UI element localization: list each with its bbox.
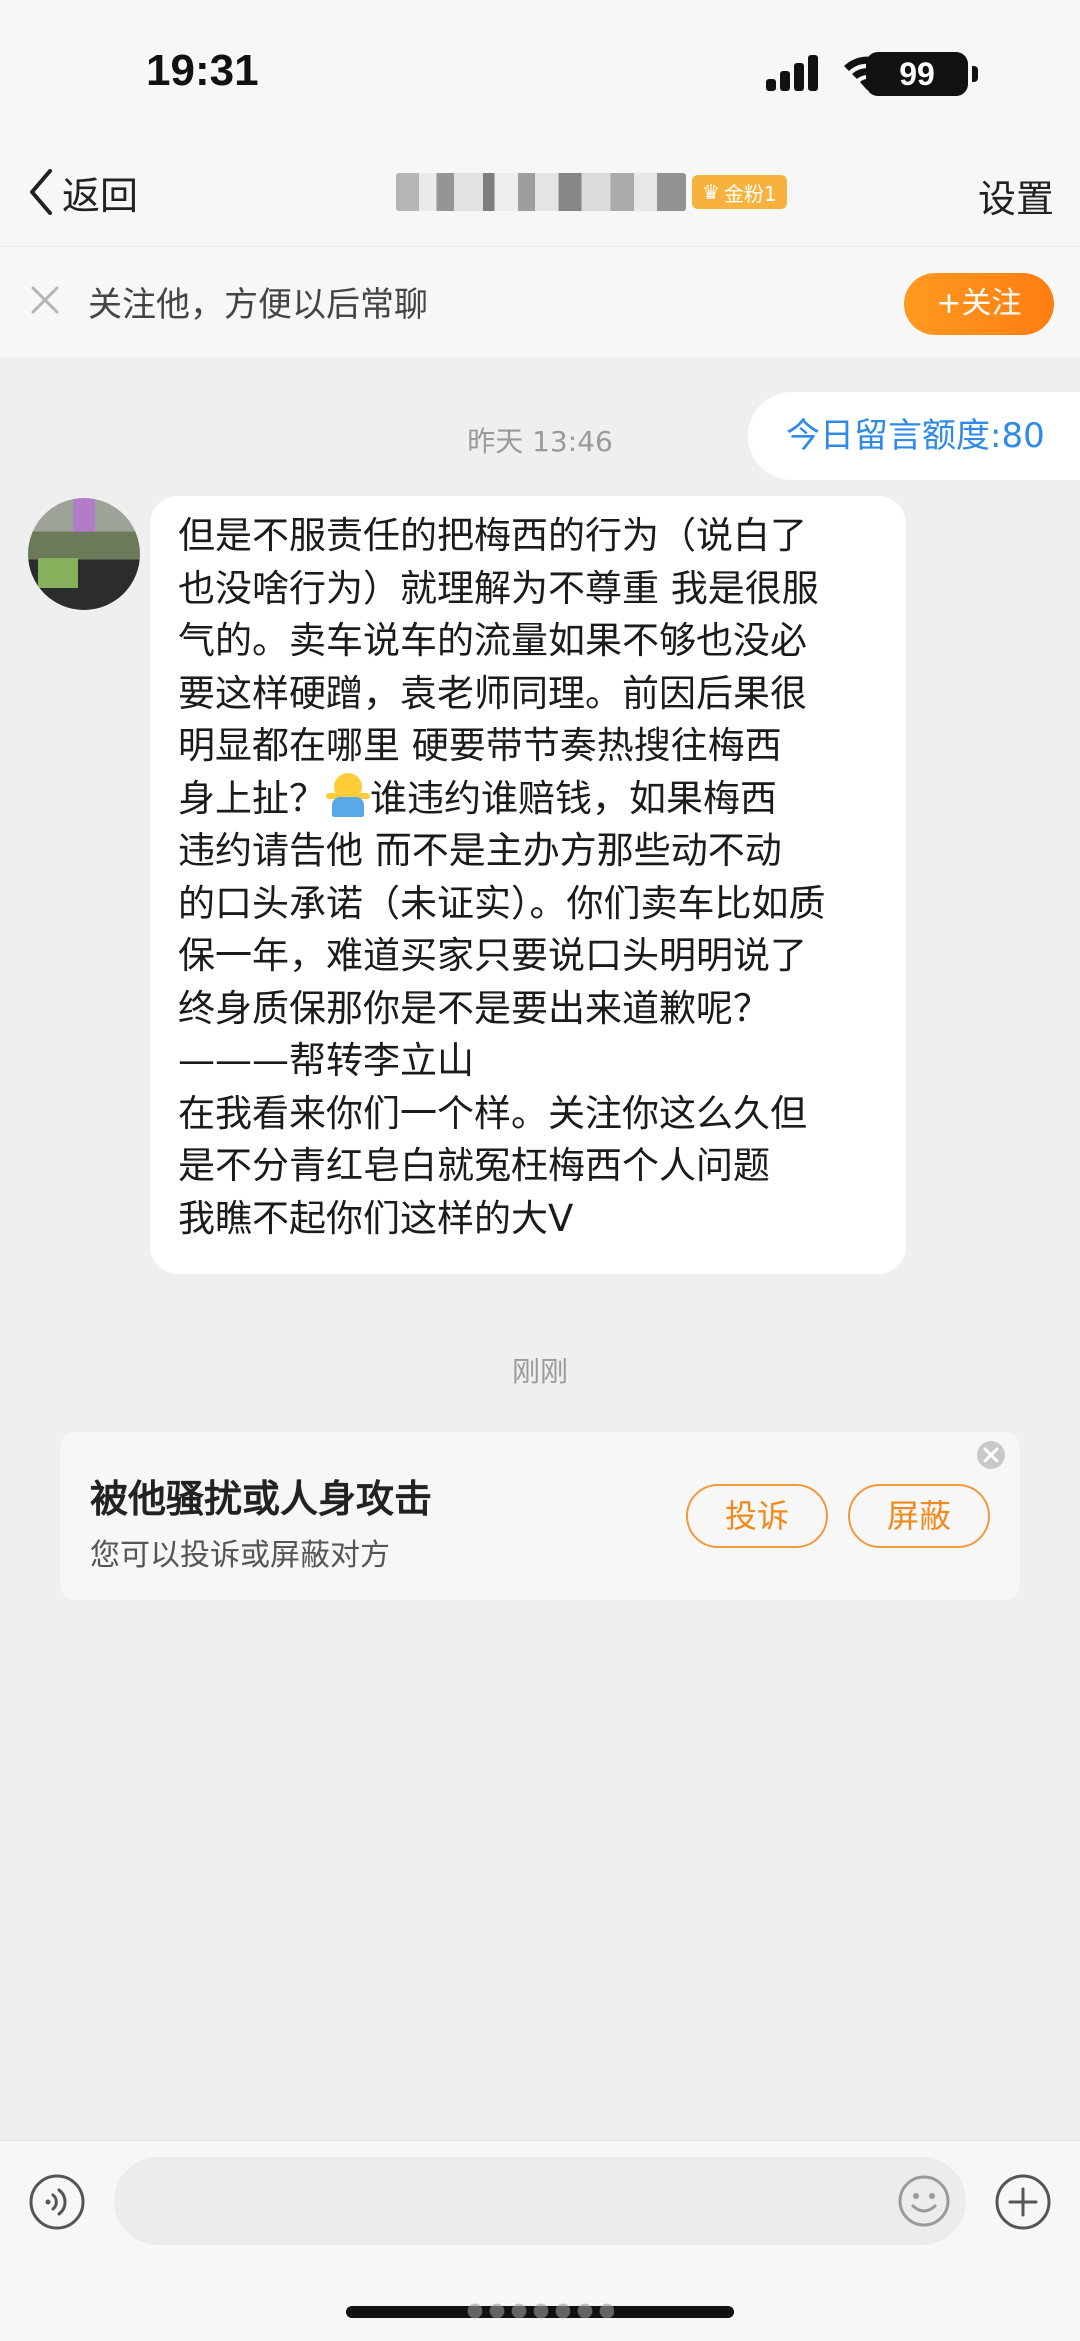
message-line: 终身质保那你是不是要出来道歉呢？ (178, 986, 770, 1030)
message-line-with-emoji: 身上扯？ 谁违约谁赔钱，如果梅西 (178, 772, 878, 826)
harassment-report-card: 被他骚扰或人身攻击 您可以投诉或屏蔽对方 投诉 屏蔽 (60, 1432, 1020, 1600)
message-line: 气的。卖车说车的流量如果不够也没必 (178, 619, 807, 662)
message-line: 保一年，难道买家只要说口头明明说了 (178, 934, 807, 977)
redacted-username (396, 173, 686, 211)
battery-level: 99 (866, 52, 968, 96)
chevron-left-icon (30, 169, 52, 215)
battery-icon: 99 (866, 52, 980, 96)
message-quota: 今日留言额度:80 (748, 392, 1080, 480)
follow-button[interactable]: +关注 (904, 273, 1054, 335)
close-icon[interactable] (976, 1440, 1006, 1470)
shrug-emoji-icon (326, 772, 370, 817)
crown-icon: ♛ (702, 180, 720, 204)
status-time: 19:31 (146, 46, 259, 95)
message-line: 是不分青红皂白就冤枉梅西个人问题 (178, 1144, 770, 1187)
emoji-icon[interactable] (896, 2173, 952, 2229)
message-line: 要这样硬蹭，袁老师同理。前因后果很 (178, 671, 807, 715)
message-line: ———帮转李立山 (178, 1039, 474, 1082)
settings-button[interactable]: 设置 (978, 168, 1054, 223)
message-line: 违约请告他 而不是主办方那些动不动 (178, 829, 782, 872)
message-line: 我瞧不起你们这样的大V (178, 1196, 574, 1240)
message-line: 在我看来你们一个样。关注你这么久但 (178, 1091, 807, 1135)
watermark (464, 2300, 614, 2322)
message-line: 但是不服责任的把梅西的行为（说白了 (178, 514, 807, 557)
complain-button[interactable]: 投诉 (686, 1484, 828, 1548)
voice-icon[interactable] (28, 2173, 86, 2231)
message-line: 明显都在哪里 硬要带节奏热搜往梅西 (178, 724, 782, 767)
message-input[interactable] (114, 2157, 966, 2245)
back-button[interactable]: 返回 (26, 164, 138, 220)
report-subtitle: 您可以投诉或屏蔽对方 (90, 1538, 390, 1573)
back-label: 返回 (62, 173, 139, 218)
block-button[interactable]: 屏蔽 (848, 1484, 990, 1548)
timestamp-just-now: 刚刚 (511, 1355, 568, 1388)
follow-prompt-text: 关注他，方便以后常聊 (88, 285, 428, 325)
cellular-signal-icon (766, 55, 826, 91)
message-bubble: 但是不服责任的把梅西的行为（说白了 也没啥行为）就理解为不尊重 我是很服 气的。… (150, 496, 906, 1274)
header-area: 19:31 99 返回 ♛ 金粉1 设置 (0, 0, 1080, 246)
plus-icon[interactable] (994, 2173, 1052, 2231)
close-icon[interactable] (28, 283, 62, 317)
follow-prompt-bar: 关注他，方便以后常聊 +关注 (0, 246, 1080, 357)
report-title: 被他骚扰或人身攻击 (90, 1477, 433, 1521)
timestamp-yesterday: 昨天 13:46 (467, 425, 613, 458)
fan-badge: ♛ 金粉1 (692, 175, 787, 209)
message-line: 也没啥行为）就理解为不尊重 我是很服 (178, 566, 819, 610)
message-line: 的口头承诺（未证实）。你们卖车比如质 (178, 881, 826, 925)
contact-name: ♛ 金粉1 (396, 170, 787, 214)
avatar[interactable] (28, 498, 140, 610)
